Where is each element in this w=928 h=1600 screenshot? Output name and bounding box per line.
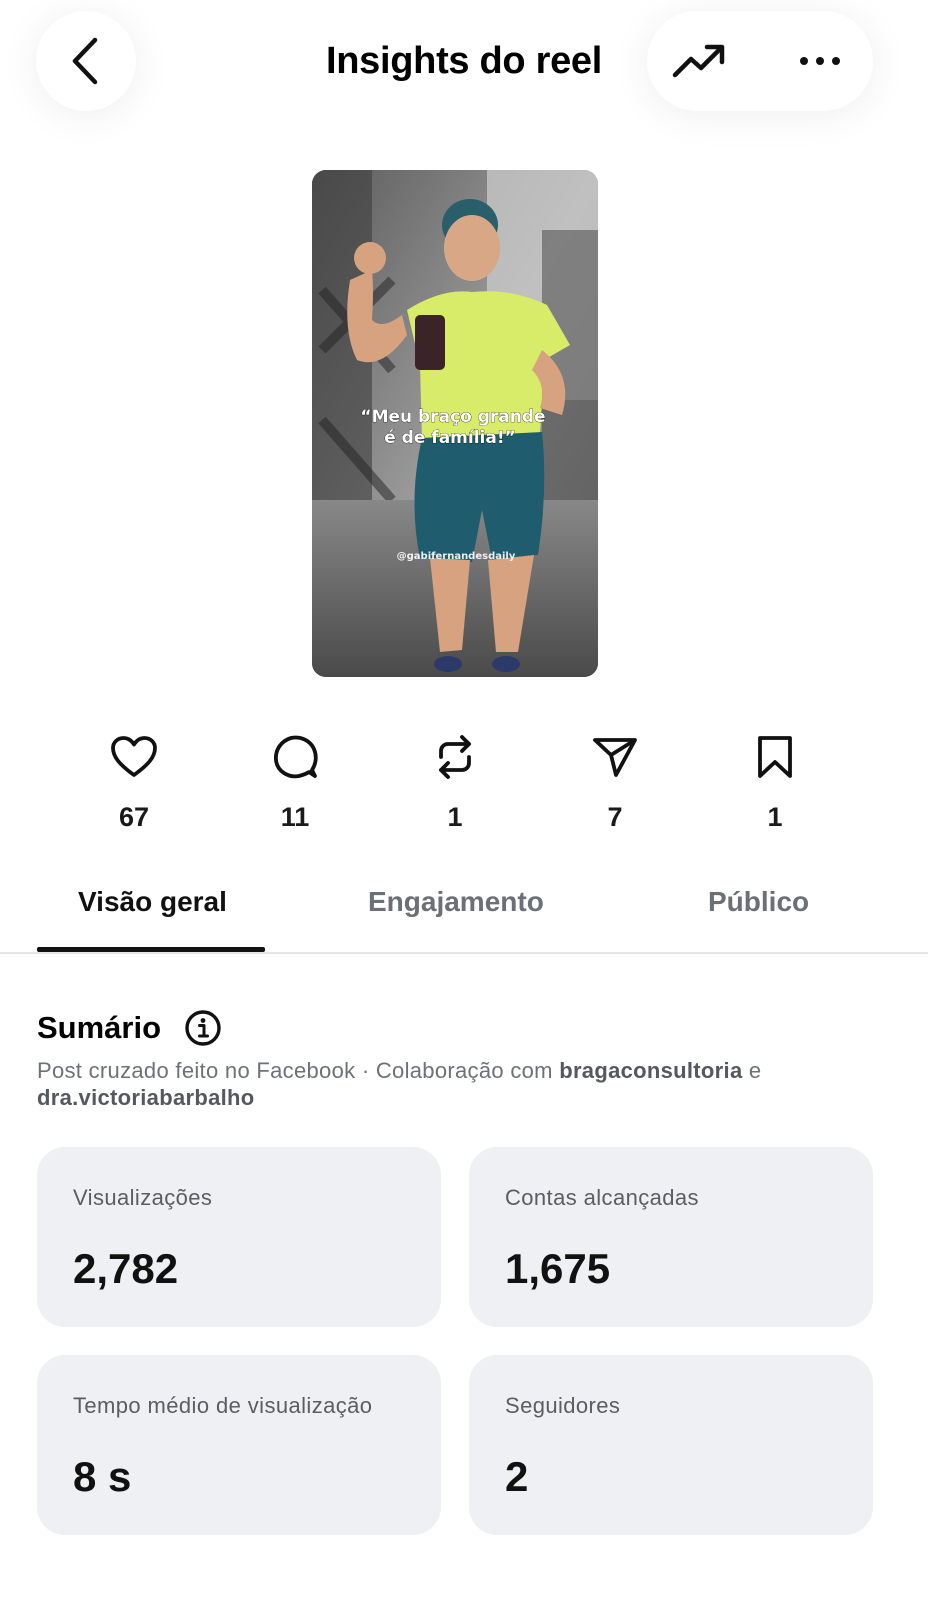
share-icon: [593, 738, 637, 777]
metric-label: Seguidores: [505, 1393, 621, 1418]
tabs-divider: [0, 952, 928, 954]
likes-count: 67: [118, 802, 150, 832]
metric-label: Visualizações: [73, 1185, 213, 1210]
bookmark-icon: [758, 736, 792, 778]
metric-card-avg-watch-time[interactable]: Tempo médio de visualização 8 s: [37, 1355, 441, 1535]
reel-caption-line-2: é de família!”: [384, 428, 516, 448]
tab-audience[interactable]: Público: [708, 886, 809, 918]
summary-desc-prefix: Post cruzado feito no Facebook · Colabor…: [37, 1058, 560, 1083]
tab-engagement[interactable]: Engajamento: [368, 886, 544, 918]
shares-count: 7: [607, 802, 623, 832]
reposts-count: 1: [447, 802, 463, 832]
summary-description: Post cruzado feito no Facebook · Colabor…: [37, 1057, 857, 1111]
comments-count: 11: [280, 802, 310, 832]
metric-value: 2,782: [73, 1245, 179, 1292]
metric-value: 1,675: [505, 1245, 611, 1292]
metric-card-accounts-reached[interactable]: Contas alcançadas 1,675: [469, 1147, 873, 1327]
heart-icon: [111, 736, 157, 777]
metric-card-followers[interactable]: Seguidores 2: [469, 1355, 873, 1535]
summary-title: Sumário: [37, 1010, 162, 1045]
collaborator-link-2[interactable]: dra.victoriabarbalho: [37, 1085, 255, 1110]
comments-stat[interactable]: 11: [235, 732, 355, 833]
saves-count: 1: [767, 802, 783, 832]
comment-icon: [274, 735, 318, 779]
metric-label: Tempo médio de visualização: [73, 1393, 373, 1418]
reel-thumbnail-image: “Meu braço grande é de família!” @gabife…: [312, 170, 598, 677]
trends-button[interactable]: [671, 39, 727, 83]
info-icon[interactable]: [184, 1009, 222, 1047]
saves-stat[interactable]: 1: [715, 732, 835, 833]
metric-label: Contas alcançadas: [505, 1185, 699, 1210]
reel-watermark: @gabifernandesdaily: [397, 551, 516, 562]
reel-insights-screen: Insights do reel “Meu braço grande é de …: [0, 0, 928, 1600]
shares-stat[interactable]: 7: [555, 732, 675, 833]
reposts-stat[interactable]: 1: [395, 732, 515, 833]
repost-icon: [439, 735, 471, 779]
tab-overview[interactable]: Visão geral: [78, 886, 227, 918]
collaborator-link-1[interactable]: bragaconsultoria: [559, 1058, 742, 1083]
trending-up-icon: [672, 44, 725, 78]
more-horizontal-icon: [800, 57, 840, 65]
summary-desc-join: e: [742, 1058, 762, 1083]
likes-stat[interactable]: 67: [74, 732, 194, 833]
metric-value: 8 s: [73, 1453, 132, 1500]
metric-card-views[interactable]: Visualizações 2,782: [37, 1147, 441, 1327]
header-actions: [647, 11, 873, 111]
metric-value: 2: [505, 1453, 529, 1500]
reel-thumbnail[interactable]: “Meu braço grande é de família!” @gabife…: [312, 170, 598, 677]
reel-caption-line-1: “Meu braço grande: [360, 407, 545, 427]
more-options-button[interactable]: [795, 47, 845, 75]
